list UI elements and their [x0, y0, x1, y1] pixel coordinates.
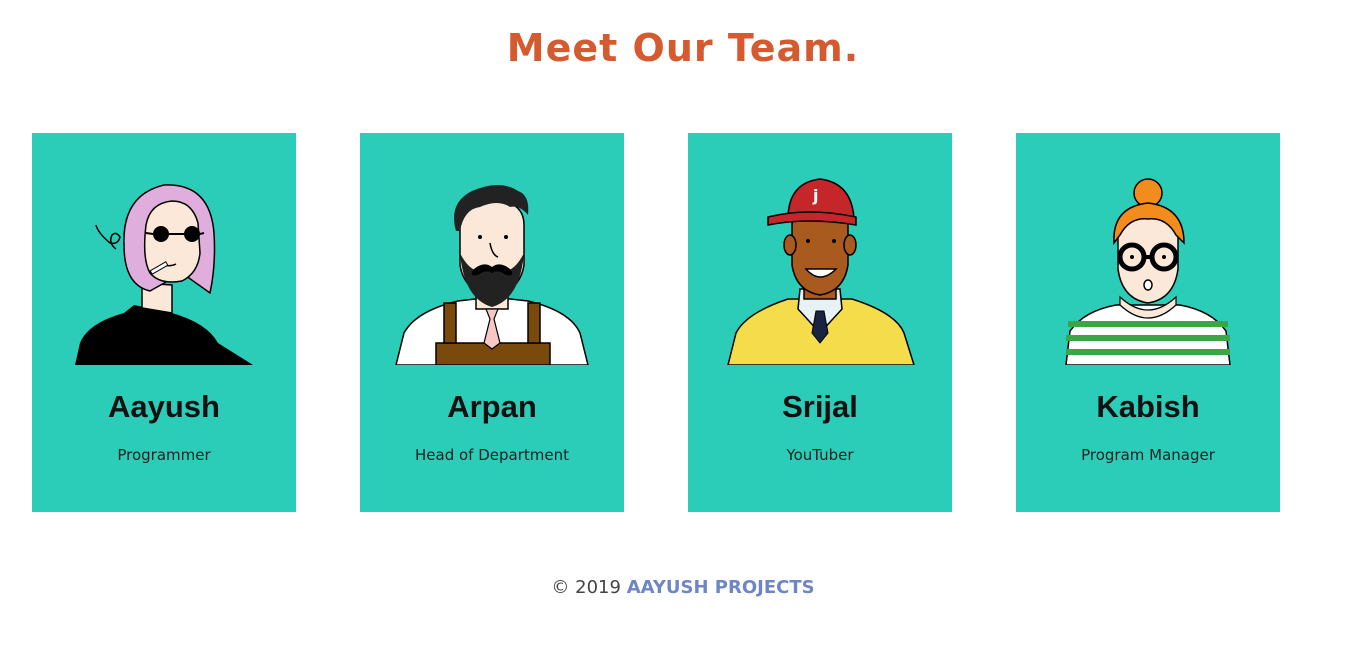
- member-name: Arpan: [447, 389, 537, 424]
- footer-brand-link[interactable]: AAYUSH PROJECTS: [627, 577, 815, 598]
- member-name: Aayush: [108, 389, 220, 424]
- member-role: Head of Department: [415, 446, 569, 464]
- glasses-bun-avatar-icon: [1065, 178, 1231, 365]
- svg-text:j: j: [812, 186, 818, 205]
- page-title: Meet Our Team.: [506, 26, 860, 70]
- red-cap-avatar-icon: j: [727, 178, 915, 365]
- member-role: YouTuber: [786, 446, 854, 464]
- team-card-kabish: Kabish Program Manager: [1016, 133, 1280, 512]
- member-role: Program Manager: [1081, 446, 1215, 464]
- team-card-srijal: j Srijal YouTuber: [688, 133, 952, 512]
- bearded-apron-avatar-icon: [395, 185, 589, 365]
- member-role: Programmer: [117, 446, 211, 464]
- footer: © 2019 AAYUSH PROJECTS: [0, 577, 1366, 598]
- team-cards: Aayush Programmer Arpan Head of Departme…: [32, 133, 1281, 512]
- footer-copyright: © 2019: [551, 577, 621, 598]
- smoking-sunglasses-avatar-icon: [75, 184, 253, 365]
- member-name: Srijal: [782, 389, 858, 424]
- member-name: Kabish: [1096, 389, 1200, 424]
- team-card-aayush: Aayush Programmer: [32, 133, 296, 512]
- team-card-arpan: Arpan Head of Department: [360, 133, 624, 512]
